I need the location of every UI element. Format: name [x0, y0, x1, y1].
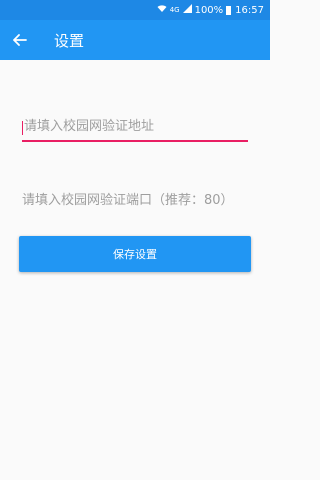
text-cursor	[22, 121, 23, 135]
port-placeholder: 请填入校园网验证端口（推荐：80）	[22, 193, 234, 208]
back-button[interactable]	[0, 20, 40, 60]
battery-percent: 100%	[194, 4, 224, 16]
network-type-label: 4G	[169, 5, 180, 14]
port-input[interactable]: 请填入校园网验证端口（推荐：80）	[22, 186, 248, 216]
address-input[interactable]: 请填入校园网验证地址	[22, 112, 248, 142]
signal-icon	[182, 4, 192, 16]
status-bar: 4G 100% 16:57	[0, 0, 270, 20]
battery-icon	[226, 5, 232, 15]
address-placeholder: 请填入校园网验证地址	[24, 119, 155, 134]
app-bar: 设置	[0, 20, 270, 60]
address-input-underline	[22, 140, 248, 142]
save-settings-button[interactable]: 保存设置	[19, 236, 251, 272]
arrow-left-icon	[13, 34, 27, 46]
page-title: 设置	[54, 31, 85, 50]
clock: 16:57	[235, 4, 264, 16]
wifi-icon	[157, 4, 167, 16]
